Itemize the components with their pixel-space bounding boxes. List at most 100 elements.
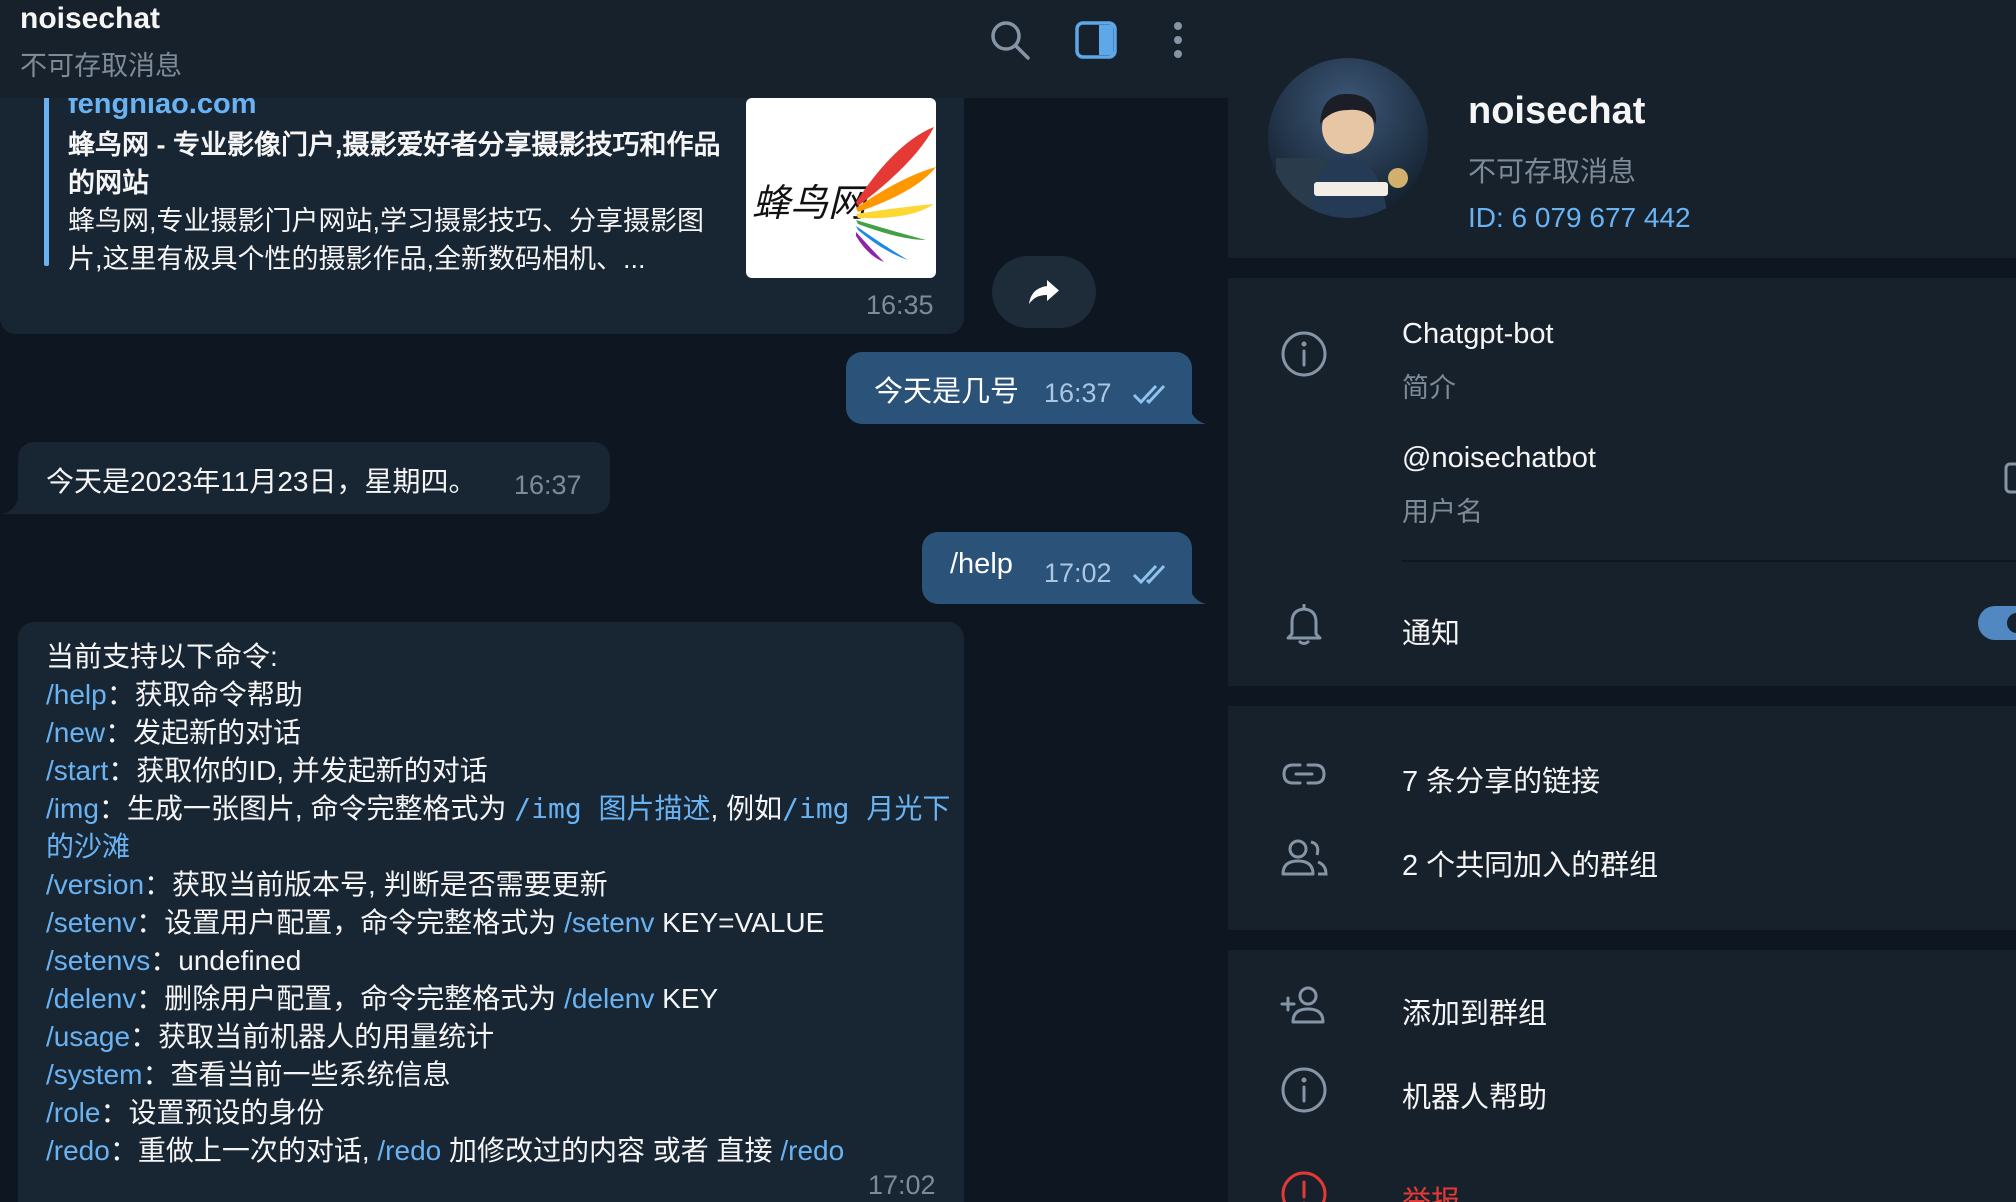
toggle-knob — [2004, 610, 2016, 636]
notifications-toggle[interactable] — [1978, 606, 2016, 640]
shared-links-row[interactable]: 7 条分享的链接 — [1228, 734, 2016, 816]
forward-icon — [1029, 280, 1059, 304]
command-link[interactable]: /redo — [46, 1135, 110, 1166]
command-desc: ：undefined — [150, 945, 302, 976]
profile-id[interactable]: ID: 6 079 677 442 — [1468, 202, 1691, 234]
username-text[interactable]: @noisechatbot — [1402, 442, 1596, 475]
command-desc: KEY — [654, 983, 719, 1014]
section-divider — [1228, 686, 2016, 706]
search-icon[interactable] — [988, 18, 1032, 62]
chat-title[interactable]: noisechat — [20, 2, 160, 36]
command-link[interactable]: /role — [46, 1097, 100, 1128]
link-preview-message[interactable]: fengniao.com 蜂鸟网 - 专业影像门户,摄影爱好者分享摄影技巧和作品… — [0, 70, 964, 334]
message-text: /help — [950, 548, 1013, 580]
help-line-setenvs: /setenvs：undefined — [46, 942, 966, 980]
help-line-role: /role：设置预设的身份 — [46, 1094, 966, 1132]
command-link[interactable]: /new — [46, 717, 105, 748]
command-link[interactable]: /version — [46, 869, 144, 900]
shared-links-label: 7 条分享的链接 — [1402, 766, 1601, 798]
forward-button[interactable] — [992, 256, 1096, 328]
command-link[interactable]: /help — [46, 679, 107, 710]
preview-description: 蜂鸟网,专业摄影门户网站,学习摄影技巧、分享摄影图片,这里有极具个性的摄影作品,… — [68, 206, 705, 274]
command-desc: ：设置用户配置，命令完整格式为 — [136, 907, 565, 938]
info-icon — [1281, 1067, 1327, 1113]
help-line-redo: /redo：重做上一次的对话, /redo 加修改过的内容 或者 直接 /red… — [46, 1132, 966, 1170]
profile-info-pane: noisechat 不可存取消息 ID: 6 079 677 442 Chatg… — [1228, 0, 2016, 1202]
profile-status: 不可存取消息 — [1468, 156, 1637, 187]
outgoing-message[interactable]: 今天是几号 16:37 — [846, 352, 1192, 424]
preview-image[interactable]: 蜂鸟网 — [746, 98, 936, 278]
avatar[interactable] — [1268, 58, 1428, 218]
command-desc: ：获取当前机器人的用量统计 — [130, 1021, 495, 1052]
command-link[interactable]: /redo — [780, 1135, 844, 1166]
command-link[interactable]: /delenv — [564, 983, 654, 1014]
message-text: 今天是2023年11月23日，星期四。 — [46, 466, 477, 497]
outgoing-message[interactable]: /help 17:02 — [922, 532, 1192, 604]
bio-text: Chatgpt-bot — [1402, 318, 1554, 350]
command-link[interactable]: /img — [46, 793, 99, 824]
preview-title: 蜂鸟网 - 专业影像门户,摄影爱好者分享摄影技巧和作品的网站 — [68, 130, 721, 198]
report-label: 举报 — [1402, 1186, 1461, 1202]
section-divider — [1228, 258, 2016, 278]
command-desc: ：生成一张图片, 命令完整格式为 — [98, 793, 515, 824]
command-link[interactable]: /usage — [46, 1021, 130, 1052]
avatar-illustration — [1268, 58, 1428, 218]
command-link[interactable]: /system — [46, 1059, 142, 1090]
help-message-body: 当前支持以下命令: /help：获取命令帮助 /new：发起新的对话 /star… — [46, 638, 966, 1170]
link-icon — [1282, 763, 1326, 785]
preview-accent-bar — [44, 88, 49, 266]
add-to-group-row[interactable]: 添加到群组 — [1228, 966, 2016, 1048]
help-message[interactable]: 当前支持以下命令: /help：获取命令帮助 /new：发起新的对话 /star… — [18, 622, 964, 1202]
command-link[interactable]: /start — [46, 755, 108, 786]
username-row[interactable]: @noisechatbot 用户名 — [1228, 420, 2016, 560]
notifications-row[interactable]: 通知 — [1228, 580, 2016, 680]
incoming-message[interactable]: 今天是2023年11月23日，星期四。 16:37 — [18, 442, 610, 514]
command-link[interactable]: /setenvs — [46, 945, 150, 976]
command-link[interactable]: /setenv — [564, 907, 654, 938]
notifications-label: 通知 — [1402, 618, 1461, 650]
chat-pane: fengniao.com 蜂鸟网 - 专业影像门户,摄影爱好者分享摄影技巧和作品… — [0, 0, 1228, 1202]
chat-subtitle: 不可存取消息 — [20, 51, 182, 81]
bubble-tail — [1188, 400, 1206, 424]
preview-time: 16:35 — [866, 290, 934, 320]
command-desc: ：获取当前版本号, 判断是否需要更新 — [144, 869, 608, 900]
bio-label: 简介 — [1402, 373, 1456, 403]
command-link[interactable]: /setenv — [46, 907, 136, 938]
message-time: 16:37 — [1044, 378, 1112, 408]
code-snippet: /img 图片描述 — [514, 792, 711, 825]
report-icon — [1281, 1171, 1327, 1202]
bubble-tail — [2, 490, 20, 514]
command-desc: ：设置预设的身份 — [100, 1097, 325, 1128]
common-groups-label: 2 个共同加入的群组 — [1402, 850, 1659, 882]
help-line-setenv: /setenv：设置用户配置，命令完整格式为 /setenv KEY=VALUE — [46, 904, 966, 942]
add-user-icon — [1280, 986, 1325, 1024]
command-desc: , 例如 — [710, 793, 783, 824]
help-line-img: /img：生成一张图片, 命令完整格式为 /img 图片描述, 例如/img 月… — [46, 790, 956, 866]
sidebar-toggle-icon[interactable] — [1074, 18, 1118, 62]
command-link[interactable]: /redo — [377, 1135, 441, 1166]
bio-row[interactable]: Chatgpt-bot 简介 — [1228, 278, 2016, 403]
help-line-start: /start：获取你的ID, 并发起新的对话 — [46, 752, 966, 790]
copy-icon[interactable] — [2002, 460, 2016, 496]
profile-name: noisechat — [1468, 90, 1646, 132]
group-icon — [1281, 839, 1328, 876]
section-divider — [1228, 930, 2016, 950]
common-groups-row[interactable]: 2 个共同加入的群组 — [1228, 818, 2016, 900]
message-time: 17:02 — [868, 1170, 936, 1200]
command-desc: ：重做上一次的对话, — [109, 1135, 378, 1166]
command-desc: ：获取命令帮助 — [106, 679, 303, 710]
message-time: 17:02 — [1044, 558, 1112, 588]
row-separator — [1402, 560, 2016, 562]
help-line-new: /new：发起新的对话 — [46, 714, 966, 752]
info-icon — [1281, 331, 1327, 377]
command-desc: ：查看当前一些系统信息 — [142, 1059, 451, 1090]
report-row[interactable]: 举报 — [1228, 1134, 2016, 1202]
command-link[interactable]: /delenv — [46, 983, 136, 1014]
bell-icon — [1286, 604, 1322, 645]
command-desc: KEY=VALUE — [654, 907, 825, 938]
chat-header: noisechat 不可存取消息 — [0, 0, 1228, 98]
help-line-version: /version：获取当前版本号, 判断是否需要更新 — [46, 866, 966, 904]
bot-help-row[interactable]: 机器人帮助 — [1228, 1050, 2016, 1132]
more-menu-icon[interactable] — [1156, 18, 1200, 62]
bubble-tail — [1188, 580, 1206, 604]
